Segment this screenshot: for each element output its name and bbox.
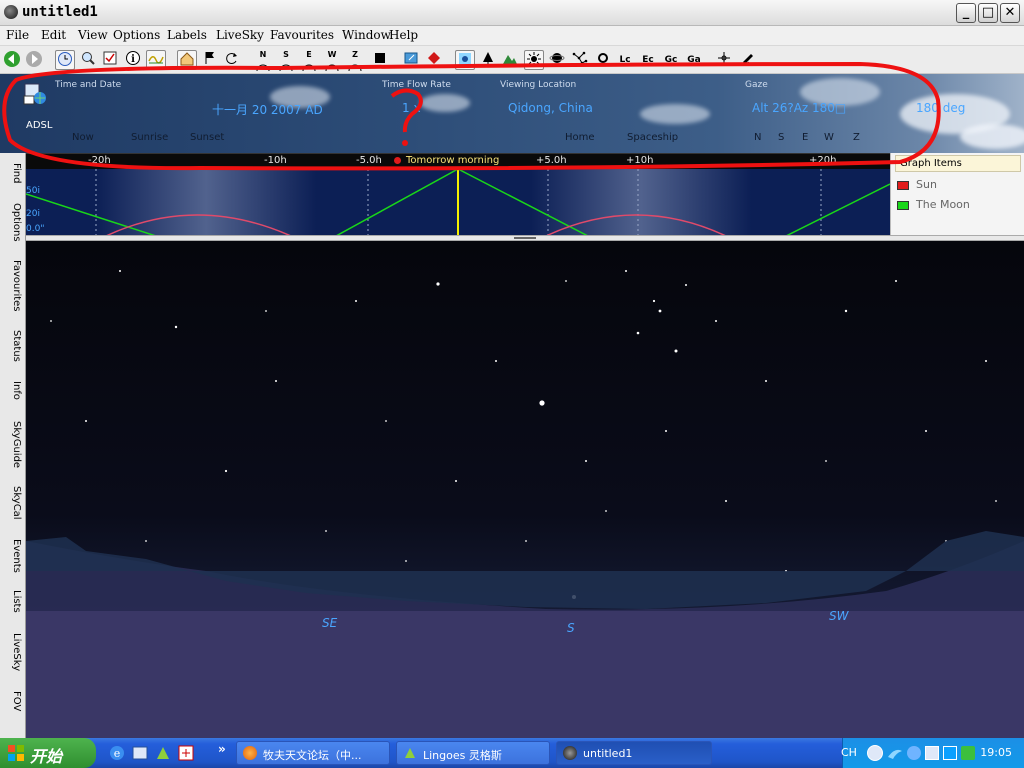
more-quicklaunch-icon[interactable]: » bbox=[218, 742, 226, 756]
dictionary-icon[interactable] bbox=[177, 744, 195, 762]
graph-item-label: The Moon bbox=[916, 198, 970, 211]
tray-network-icon[interactable] bbox=[907, 746, 921, 760]
task-label: 牧夫天文论坛（中... bbox=[263, 749, 362, 762]
tab-events[interactable]: Events bbox=[4, 539, 22, 573]
tray-bird-icon[interactable] bbox=[887, 746, 903, 760]
lingoes-quick-icon[interactable] bbox=[154, 744, 172, 762]
tab-status[interactable]: Status bbox=[4, 330, 22, 362]
menu-options[interactable]: Options bbox=[113, 28, 160, 42]
taskbar: 开始 e » 牧夫天文论坛（中... Lingoes 灵格斯 untitled1… bbox=[0, 738, 1024, 768]
graph-y-label: 0.0" bbox=[26, 224, 45, 234]
star-field bbox=[26, 270, 1024, 738]
tab-info[interactable]: Info bbox=[4, 381, 22, 400]
tab-skyguide[interactable]: SkyGuide bbox=[4, 421, 22, 468]
close-button[interactable]: ✕ bbox=[1000, 3, 1020, 23]
menu-labels[interactable]: Labels bbox=[167, 28, 207, 42]
app-task-icon bbox=[563, 746, 577, 760]
tab-options[interactable]: Options bbox=[4, 203, 22, 242]
menu-edit[interactable]: Edit bbox=[41, 28, 66, 42]
tray-monitor-icon[interactable] bbox=[925, 746, 939, 760]
graph-y-label: 20i bbox=[26, 209, 40, 219]
graph-y-label: 50i bbox=[26, 186, 40, 196]
tab-fov[interactable]: FOV bbox=[4, 691, 22, 711]
tab-livesky[interactable]: LiveSky bbox=[4, 633, 22, 671]
moon-swatch bbox=[897, 200, 909, 210]
explorer-icon[interactable] bbox=[131, 744, 149, 762]
task-label: untitled1 bbox=[583, 747, 633, 760]
sun-swatch bbox=[897, 180, 909, 190]
ie-icon[interactable]: e bbox=[108, 744, 126, 762]
graph-item-moon[interactable]: The Moon bbox=[897, 198, 970, 211]
tab-skycal[interactable]: SkyCal bbox=[4, 486, 22, 520]
window-title: untitled1 bbox=[22, 4, 98, 20]
system-tray: CH 19:05 bbox=[841, 738, 1024, 768]
direction-sw-label: SW bbox=[829, 609, 849, 623]
splitter-grip-icon bbox=[514, 237, 536, 239]
menu-help[interactable]: Help bbox=[389, 28, 418, 42]
clock[interactable]: 19:05 bbox=[980, 746, 1012, 759]
menu-view[interactable]: View bbox=[78, 28, 108, 42]
graph-item-label: Sun bbox=[916, 178, 937, 191]
menu-bar: File Edit View Options Labels LiveSky Fa… bbox=[0, 26, 1024, 46]
menu-window[interactable]: Window bbox=[342, 28, 391, 42]
tab-lists[interactable]: Lists bbox=[4, 590, 22, 613]
start-button[interactable]: 开始 bbox=[0, 738, 96, 768]
task-browser[interactable]: 牧夫天文论坛（中... bbox=[236, 741, 390, 765]
graph-item-sun[interactable]: Sun bbox=[897, 178, 937, 191]
tray-app-icon[interactable] bbox=[943, 746, 957, 760]
minimize-button[interactable]: _ bbox=[956, 3, 976, 23]
direction-s-label: S bbox=[567, 621, 575, 635]
task-label: Lingoes 灵格斯 bbox=[423, 749, 502, 762]
lingoes-icon bbox=[403, 746, 417, 760]
menu-favourites[interactable]: Favourites bbox=[270, 28, 334, 42]
menu-file[interactable]: File bbox=[6, 28, 29, 42]
firefox-icon bbox=[243, 746, 257, 760]
menu-livesky[interactable]: LiveSky bbox=[216, 28, 264, 42]
tray-security-icon[interactable] bbox=[961, 746, 975, 760]
direction-se-label: SE bbox=[322, 616, 338, 630]
tab-favourites[interactable]: Favourites bbox=[4, 260, 22, 312]
sky-view[interactable]: SE S SW bbox=[26, 241, 1024, 738]
language-indicator[interactable]: CH bbox=[841, 746, 857, 759]
tray-collapse-icon[interactable] bbox=[867, 745, 883, 761]
start-label: 开始 bbox=[30, 747, 63, 766]
svg-text:e: e bbox=[114, 747, 121, 760]
side-tabs: Find Options Favourites Status Info SkyG… bbox=[0, 153, 26, 738]
task-untitled1[interactable]: untitled1 bbox=[556, 741, 712, 765]
red-annotation bbox=[2, 61, 941, 171]
windows-logo-icon bbox=[8, 745, 24, 761]
maximize-button[interactable]: □ bbox=[978, 3, 998, 23]
title-bar: untitled1 _ □ ✕ bbox=[0, 0, 1024, 26]
task-lingoes[interactable]: Lingoes 灵格斯 bbox=[396, 741, 550, 765]
app-icon[interactable] bbox=[4, 5, 18, 19]
